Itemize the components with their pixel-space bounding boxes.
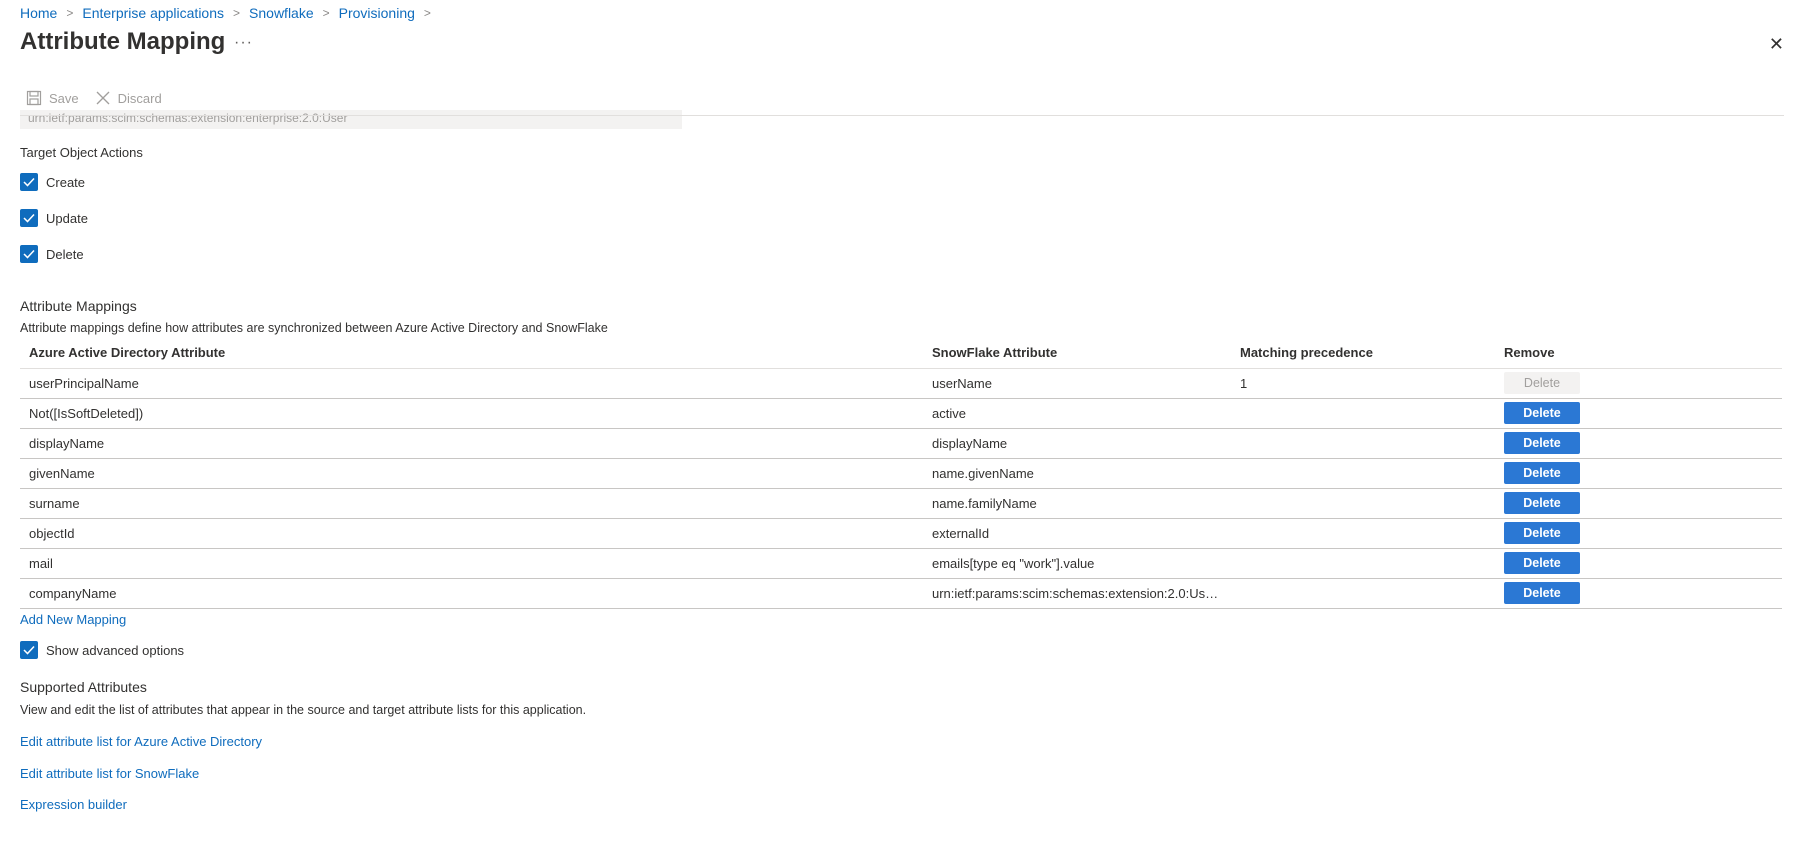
attribute-mappings-heading: Attribute Mappings — [20, 298, 137, 314]
breadcrumb-home[interactable]: Home — [20, 5, 57, 21]
remove-cell: Delete — [1495, 398, 1782, 429]
show-advanced-options-label: Show advanced options — [46, 642, 185, 658]
supported-attributes-heading: Supported Attributes — [20, 679, 147, 695]
delete-mapping-button[interactable]: Delete — [1504, 522, 1580, 544]
target-attribute-cell[interactable]: name.givenName — [923, 458, 1231, 489]
table-row[interactable]: companyName urn:ietf:params:scim:schemas:… — [20, 578, 1782, 609]
save-icon — [26, 90, 42, 106]
create-checkbox[interactable]: Create — [20, 173, 85, 191]
remove-cell: Delete — [1495, 488, 1782, 519]
chevron-right-icon: > — [423, 6, 431, 20]
matching-precedence-cell — [1231, 428, 1495, 459]
checkmark-icon — [20, 173, 38, 191]
matching-precedence-cell — [1231, 458, 1495, 489]
table-header-row: Azure Active Directory Attribute SnowFla… — [20, 338, 1782, 369]
remove-cell: Delete — [1495, 518, 1782, 549]
remove-cell: Delete — [1495, 428, 1782, 459]
column-header-remove: Remove — [1495, 338, 1782, 369]
more-options-icon[interactable]: ··· — [234, 34, 253, 52]
remove-cell: Delete — [1495, 578, 1782, 609]
update-checkbox[interactable]: Update — [20, 209, 88, 227]
table-row[interactable]: userPrincipalName userName 1 Delete — [20, 368, 1782, 399]
delete-mapping-button: Delete — [1504, 372, 1580, 394]
attribute-mappings-table: Azure Active Directory Attribute SnowFla… — [20, 338, 1782, 609]
target-attribute-cell[interactable]: userName — [923, 368, 1231, 399]
source-attribute-cell[interactable]: surname — [20, 488, 923, 519]
column-header-precedence: Matching precedence — [1231, 338, 1495, 369]
matching-precedence-cell — [1231, 548, 1495, 579]
breadcrumb: Home > Enterprise applications > Snowfla… — [20, 5, 440, 21]
create-label: Create — [46, 174, 86, 190]
matching-precedence-cell — [1231, 488, 1495, 519]
source-attribute-cell[interactable]: Not([IsSoftDeleted]) — [20, 398, 923, 429]
table-row[interactable]: objectId externalId Delete — [20, 518, 1782, 549]
supported-attributes-description: View and edit the list of attributes tha… — [20, 703, 587, 717]
delete-label: Delete — [46, 246, 84, 262]
expression-builder-link[interactable]: Expression builder — [20, 797, 127, 812]
breadcrumb-provisioning[interactable]: Provisioning — [339, 5, 415, 21]
delete-mapping-button[interactable]: Delete — [1504, 552, 1580, 574]
matching-precedence-cell — [1231, 578, 1495, 609]
table-row[interactable]: surname name.familyName Delete — [20, 488, 1782, 519]
save-label: Save — [49, 90, 79, 106]
table-row[interactable]: givenName name.givenName Delete — [20, 458, 1782, 489]
remove-cell: Delete — [1495, 458, 1782, 489]
target-attribute-cell[interactable]: externalId — [923, 518, 1231, 549]
add-new-mapping-link[interactable]: Add New Mapping — [20, 612, 126, 627]
target-attribute-cell[interactable]: active — [923, 398, 1231, 429]
discard-icon — [95, 90, 111, 106]
edit-attribute-list-snowflake-link[interactable]: Edit attribute list for SnowFlake — [20, 766, 199, 781]
matching-precedence-cell — [1231, 398, 1495, 429]
source-attribute-cell[interactable]: displayName — [20, 428, 923, 459]
checkmark-icon — [20, 245, 38, 263]
target-object-actions-label: Target Object Actions — [20, 145, 143, 160]
target-attribute-cell[interactable]: displayName — [923, 428, 1231, 459]
delete-mapping-button[interactable]: Delete — [1504, 492, 1580, 514]
table-row[interactable]: displayName displayName Delete — [20, 428, 1782, 459]
target-attribute-cell[interactable]: name.familyName — [923, 488, 1231, 519]
breadcrumb-enterprise-applications[interactable]: Enterprise applications — [82, 5, 224, 21]
delete-mapping-button[interactable]: Delete — [1504, 432, 1580, 454]
show-advanced-options-checkbox[interactable]: Show advanced options — [20, 641, 184, 659]
save-button[interactable]: Save — [26, 90, 79, 106]
source-attribute-cell[interactable]: objectId — [20, 518, 923, 549]
table-row[interactable]: Not([IsSoftDeleted]) active Delete — [20, 398, 1782, 429]
source-attribute-cell[interactable]: mail — [20, 548, 923, 579]
remove-cell: Delete — [1495, 368, 1782, 399]
source-attribute-cell[interactable]: companyName — [20, 578, 923, 609]
remove-cell: Delete — [1495, 548, 1782, 579]
delete-checkbox[interactable]: Delete — [20, 245, 84, 263]
update-label: Update — [46, 210, 88, 226]
matching-precedence-cell: 1 — [1231, 368, 1495, 399]
table-row[interactable]: mail emails[type eq "work"].value Delete — [20, 548, 1782, 579]
delete-mapping-button[interactable]: Delete — [1504, 582, 1580, 604]
source-attribute-cell[interactable]: userPrincipalName — [20, 368, 923, 399]
target-namespace-field: urn:ietf:params:scim:schemas:extension:e… — [20, 110, 682, 129]
checkmark-icon — [20, 209, 38, 227]
target-attribute-cell[interactable]: urn:ietf:params:scim:schemas:extension:2… — [923, 578, 1231, 609]
column-header-source: Azure Active Directory Attribute — [20, 338, 923, 369]
chevron-right-icon: > — [322, 6, 330, 20]
edit-attribute-list-azure-link[interactable]: Edit attribute list for Azure Active Dir… — [20, 734, 262, 749]
breadcrumb-snowflake[interactable]: Snowflake — [249, 5, 314, 21]
source-attribute-cell[interactable]: givenName — [20, 458, 923, 489]
close-icon[interactable]: ✕ — [1769, 34, 1784, 55]
attribute-mappings-description: Attribute mappings define how attributes… — [20, 321, 608, 335]
chevron-right-icon: > — [233, 6, 241, 20]
target-attribute-cell[interactable]: emails[type eq "work"].value — [923, 548, 1231, 579]
checkmark-icon — [20, 641, 38, 659]
delete-mapping-button[interactable]: Delete — [1504, 402, 1580, 424]
toolbar: Save Discard — [26, 90, 162, 106]
matching-precedence-cell — [1231, 518, 1495, 549]
discard-label: Discard — [117, 90, 162, 106]
delete-mapping-button[interactable]: Delete — [1504, 462, 1580, 484]
discard-button[interactable]: Discard — [95, 90, 162, 106]
chevron-right-icon: > — [66, 6, 74, 20]
toolbar-divider — [20, 115, 1784, 116]
column-header-target: SnowFlake Attribute — [923, 338, 1231, 369]
page-title: Attribute Mapping — [20, 28, 226, 55]
